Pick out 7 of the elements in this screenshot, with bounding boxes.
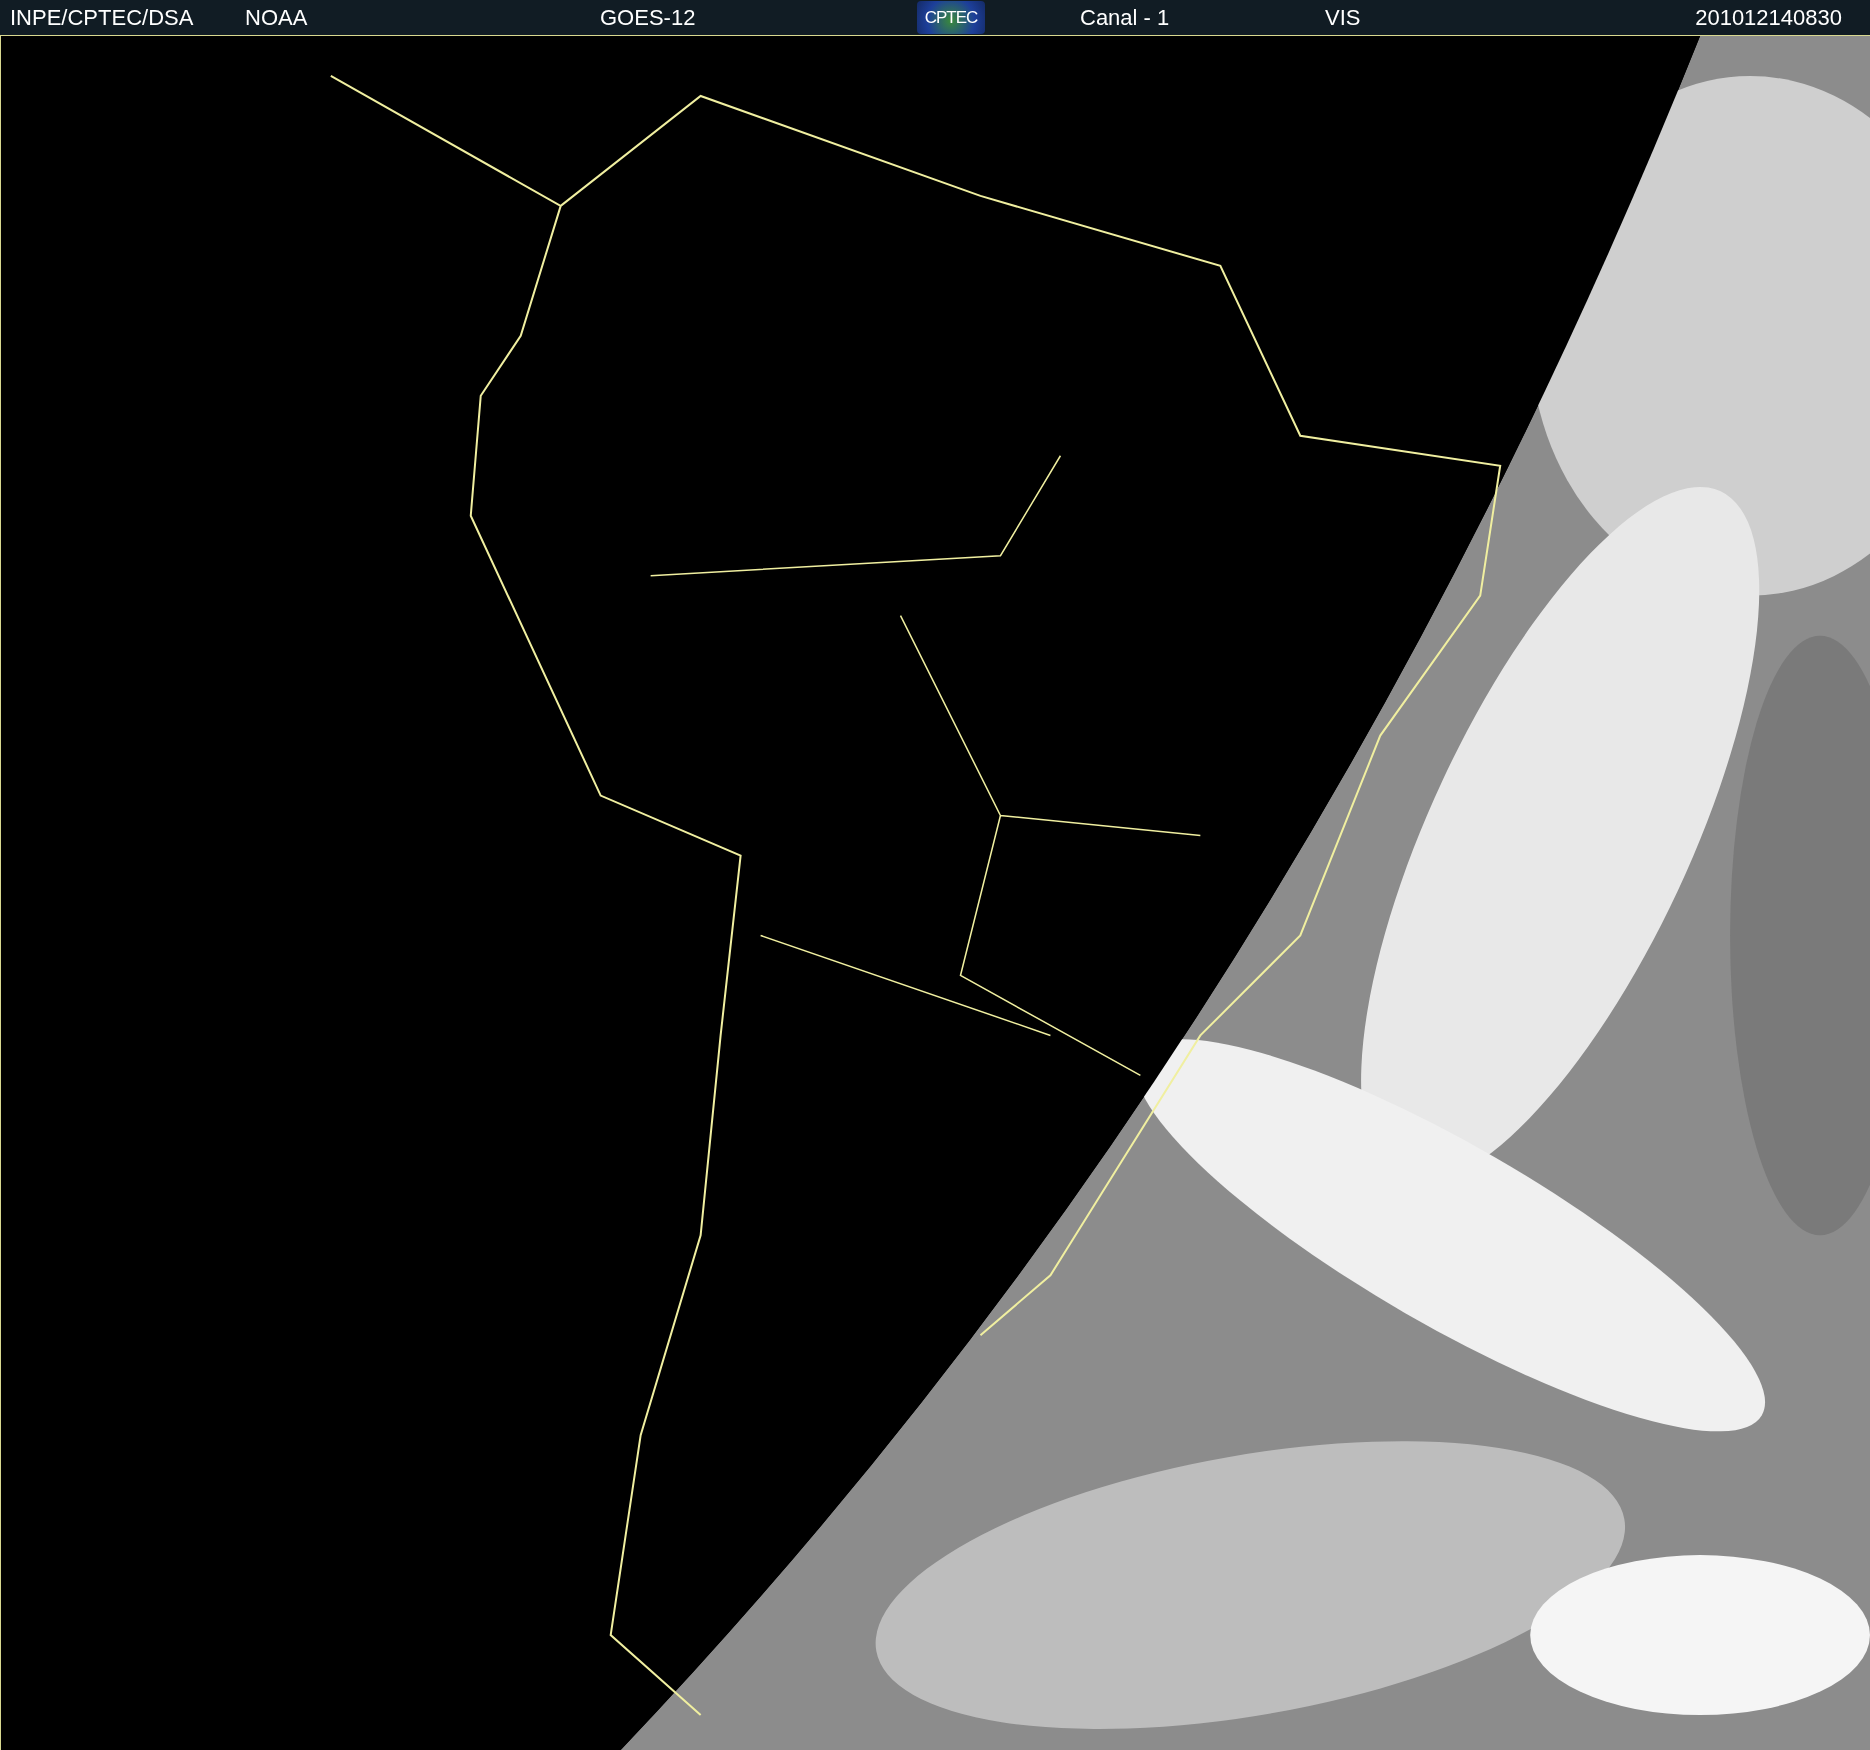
header-label: INPE/CPTEC/DSA (10, 4, 195, 31)
header-label: 201012140830 (1695, 4, 1842, 31)
logo: CPTEC (917, 1, 985, 34)
header-label: NOAA (245, 4, 309, 31)
header-label: GOES-12 (600, 4, 697, 31)
header-label: Canal - 1 (1080, 4, 1171, 31)
header-label: VIS (1325, 4, 1362, 31)
